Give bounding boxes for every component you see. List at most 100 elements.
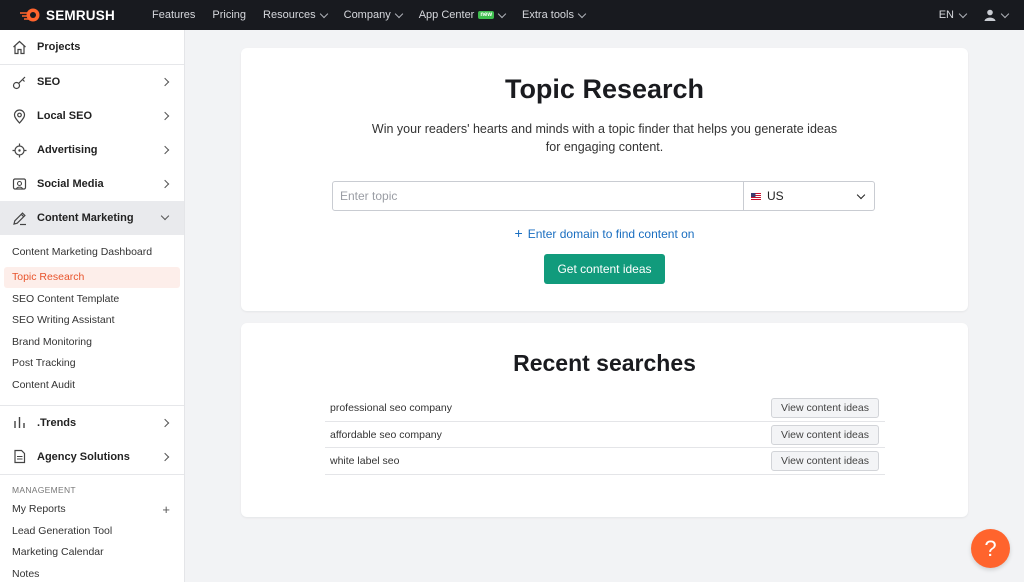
recent-searches-list: professional seo company View content id… [325,395,885,476]
bars-icon [11,414,28,431]
sidebar-item-seo[interactable]: SEO [0,65,184,99]
chevron-down-icon [394,9,403,18]
us-flag-icon [751,192,761,200]
nav-extra-tools-label: Extra tools [522,9,574,21]
list-item: professional seo company View content id… [325,395,885,422]
chevron-down-icon [958,9,968,18]
social-icon [11,176,28,193]
sidebar-item-label: Content Marketing [37,212,134,224]
top-navigation-bar: SEMRUSH Features Pricing Resources Compa… [0,0,1024,30]
recent-query[interactable]: affordable seo company [330,429,442,441]
sidebar-subitem-marketing-calendar[interactable]: Marketing Calendar [0,542,184,564]
chevron-down-icon [856,190,866,200]
enter-domain-link[interactable]: + Enter domain to find content on [241,225,968,241]
sidebar-item-label: .Trends [37,416,77,429]
page-description: Win your readers' hearts and minds with … [371,122,838,154]
language-label: EN [938,9,954,21]
sidebar-item-projects[interactable]: Projects [0,30,184,64]
nav-app-center[interactable]: App Center new [418,9,507,21]
sidebar-item-label: Local SEO [37,110,93,122]
brand-name: SEMRUSH [46,7,115,23]
pen-icon [11,210,28,227]
nav-features[interactable]: Features [152,9,195,21]
sidebar-item-advertising[interactable]: Advertising [0,133,184,167]
topic-search-row: US [332,181,875,211]
sidebar-item-social-media[interactable]: Social Media [0,167,184,201]
nav-pricing[interactable]: Pricing [212,9,246,21]
chevron-down-icon [160,211,170,221]
nav-resources[interactable]: Resources [263,9,328,21]
doc-icon [11,448,28,465]
nav-company-label: Company [343,9,391,21]
view-content-ideas-button[interactable]: View content ideas [771,424,879,445]
sidebar-item-content-marketing[interactable]: Content Marketing [0,201,184,235]
chevron-right-icon [160,111,170,121]
chevron-down-icon [577,9,587,18]
key-icon [11,74,28,91]
sidebar-item-label: SEO [37,76,61,88]
sidebar-subitem-content-audit[interactable]: Content Audit [0,374,184,396]
sidebar-subitem-brand-monitoring[interactable]: Brand Monitoring [0,331,184,353]
language-selector[interactable]: EN [938,9,968,21]
list-item: affordable seo company View content idea… [325,422,885,449]
management-heading: MANAGEMENT [12,484,76,495]
country-select[interactable]: US [744,181,875,211]
chevron-right-icon [160,145,170,155]
top-nav-menu: Features Pricing Resources Company App C… [152,9,602,21]
sidebar-subitem-my-reports[interactable]: My Reports + [0,499,184,521]
chevron-right-icon [160,179,170,189]
new-badge: new [478,11,495,19]
get-content-ideas-button[interactable]: Get content ideas [544,254,665,284]
chevron-down-icon [319,9,328,18]
help-button[interactable]: ? [971,529,1010,568]
nav-extra-tools[interactable]: Extra tools [522,9,587,21]
sidebar-subitem-content-marketing-dashboard[interactable]: Content Marketing Dashboard [0,241,184,263]
my-reports-label: My Reports [12,503,66,516]
topic-research-card: Topic Research Win your readers' hearts … [241,48,968,311]
user-icon [984,9,996,21]
chevron-down-icon [1000,9,1010,18]
recent-searches-card: Recent searches professional seo company… [241,323,968,517]
recent-searches-title: Recent searches [513,350,696,376]
nav-resources-label: Resources [263,9,316,21]
user-menu[interactable] [984,9,1010,21]
country-value: US [767,189,784,203]
divider [0,473,184,475]
enter-domain-label: Enter domain to find content on [527,227,695,241]
view-content-ideas-button[interactable]: View content ideas [771,451,879,472]
sidebar-subitem-topic-research[interactable]: Topic Research [4,266,180,288]
sidebar-item-local-seo[interactable]: Local SEO [0,99,184,133]
sidebar-item-label: Agency Solutions [37,450,130,463]
chevron-right-icon [160,77,170,87]
nav-company[interactable]: Company [343,9,403,21]
sidebar-item-trends[interactable]: .Trends [0,406,184,440]
chevron-down-icon [497,9,507,18]
chevron-right-icon [160,452,170,461]
sidebar-subitem-notes[interactable]: Notes [0,563,184,582]
top-right-controls: EN [938,0,1010,30]
page-title: Topic Research [504,74,705,104]
topic-input[interactable] [332,181,744,211]
sidebar-subitem-lead-generation-tool[interactable]: Lead Generation Tool [0,520,184,542]
chevron-right-icon [160,418,170,427]
sidebar-subitem-seo-content-template[interactable]: SEO Content Template [0,288,184,310]
sidebar-item-agency-solutions[interactable]: Agency Solutions [0,440,184,474]
sidebar-subitem-post-tracking[interactable]: Post Tracking [0,353,184,375]
nav-pricing-label: Pricing [212,9,247,21]
recent-query[interactable]: professional seo company [330,402,452,414]
recent-query[interactable]: white label seo [330,455,399,467]
nav-app-center-label: App Center [418,9,475,21]
sidebar-item-label: Social Media [37,178,104,190]
sidebar-item-label: Projects [37,41,81,53]
sidebar-subitem-seo-writing-assistant[interactable]: SEO Writing Assistant [0,310,184,332]
pin-icon [11,108,28,125]
list-item: white label seo View content ideas [325,448,885,476]
semrush-logo[interactable]: SEMRUSH [20,7,140,23]
target-icon [11,142,28,159]
sidebar-item-label: Advertising [37,144,98,156]
plus-icon[interactable]: + [162,502,170,517]
view-content-ideas-button[interactable]: View content ideas [771,397,879,418]
semrush-logo-icon [20,8,40,22]
